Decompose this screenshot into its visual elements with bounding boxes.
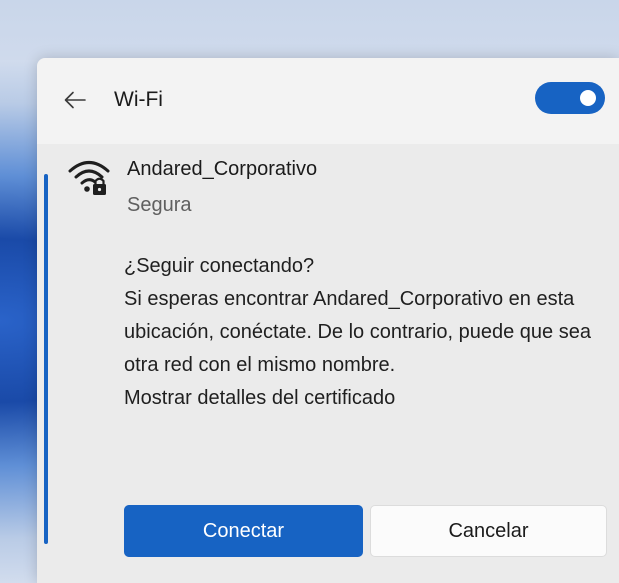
wifi-secured-icon xyxy=(68,161,110,195)
back-button[interactable] xyxy=(59,84,91,116)
network-name: Andared_Corporativo xyxy=(127,158,318,180)
show-certificate-link[interactable]: Mostrar detalles del certificado xyxy=(124,382,614,415)
desktop-wallpaper-top xyxy=(0,0,619,60)
toggle-knob xyxy=(580,90,596,106)
network-security-status: Segura xyxy=(127,194,192,216)
warning-body: Si esperas encontrar Andared_Corporativo… xyxy=(124,288,591,376)
selection-indicator xyxy=(44,174,48,544)
page-title: Wi-Fi xyxy=(114,88,163,111)
back-arrow-icon xyxy=(64,91,86,109)
flyout-header: Wi-Fi xyxy=(37,58,619,142)
wifi-flyout: Wi-Fi Andared_Corporativo Segura ¿Seguir… xyxy=(37,58,619,583)
cancel-button[interactable]: Cancelar xyxy=(370,505,607,557)
connection-warning: ¿Seguir conectando? Si esperas encontrar… xyxy=(124,250,614,415)
wifi-toggle[interactable] xyxy=(535,82,605,114)
network-item-expanded: Andared_Corporativo Segura ¿Seguir conec… xyxy=(37,144,619,583)
connect-button[interactable]: Conectar xyxy=(124,505,363,557)
warning-question: ¿Seguir conectando? xyxy=(124,255,315,277)
